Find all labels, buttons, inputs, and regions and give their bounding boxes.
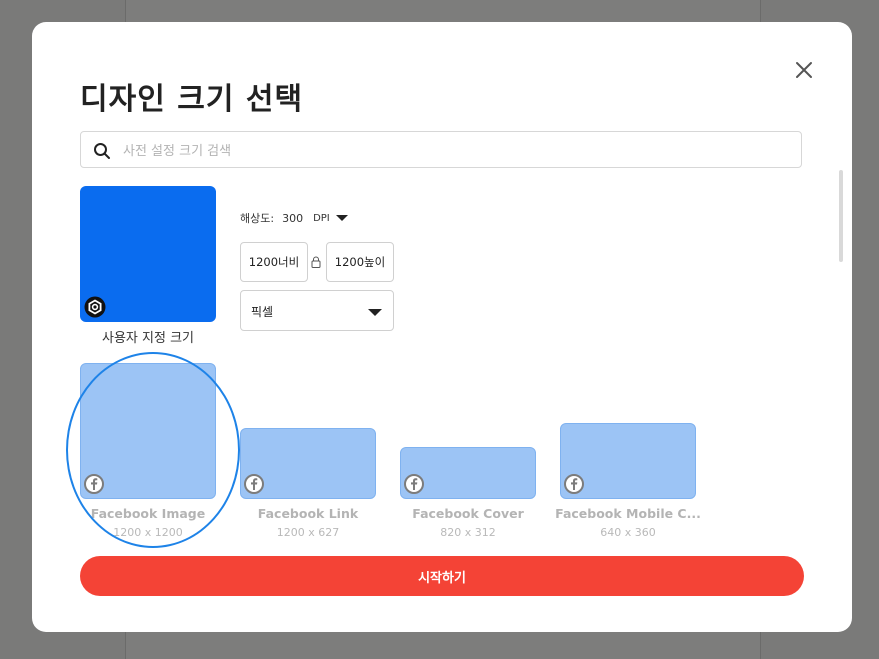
unit-selected-value: 픽셀 [251,305,274,319]
preset-facebook-cover[interactable]: Facebook Cover 820 x 312 [400,447,560,543]
preset-facebook-link[interactable]: Facebook Link 1200 x 627 [240,428,400,543]
facebook-icon [244,474,264,494]
scrollbar[interactable] [839,170,843,262]
preset-size: 1200 x 1200 [113,526,183,539]
preset-facebook-image[interactable]: Facebook Image 1200 x 1200 [80,363,240,543]
preset-size: 820 x 312 [440,526,496,539]
dialog-title: 디자인 크기 선택 [80,82,304,117]
custom-size-tile[interactable] [80,186,216,322]
preset-name: Facebook Cover [412,506,524,521]
preset-facebook-mobile-cover[interactable]: Facebook Mobile C... 640 x 360 [555,423,720,543]
resolution-unit[interactable]: DPI [313,213,330,224]
facebook-icon [564,474,584,494]
search-box [80,131,802,168]
width-value: 1200너비 [248,255,300,269]
search-input[interactable] [121,138,785,164]
facebook-icon [84,474,104,494]
preset-name: Facebook Link [257,506,359,521]
width-field[interactable]: 1200너비 [240,242,308,282]
height-value: 1200높이 [334,255,386,269]
design-size-dialog: 디자인 크기 선택 사용자 지정 크기 해상도: 300 DPI 1200너비 [32,22,852,632]
chevron-down-icon[interactable] [335,214,348,222]
preset-size: 640 x 360 [600,526,656,539]
preset-name: Facebook Image [90,506,206,521]
chevron-down-icon [368,309,382,316]
resolution-value[interactable]: 300 [282,212,303,225]
height-field[interactable]: 1200높이 [326,242,394,282]
settings-hex-icon [84,296,106,318]
close-icon[interactable] [792,58,816,82]
preset-size: 1200 x 627 [276,526,340,539]
resolution-label: 해상도: [240,212,275,225]
preset-name: Facebook Mobile C... [555,506,701,521]
facebook-icon [404,474,424,494]
unit-select[interactable]: 픽셀 [240,290,394,331]
resolution-row: 해상도: 300 DPI [240,210,348,226]
start-button[interactable]: 시작하기 [80,556,804,596]
lock-icon[interactable] [311,256,321,268]
custom-size-label: 사용자 지정 크기 [102,331,194,346]
search-icon [94,143,110,159]
